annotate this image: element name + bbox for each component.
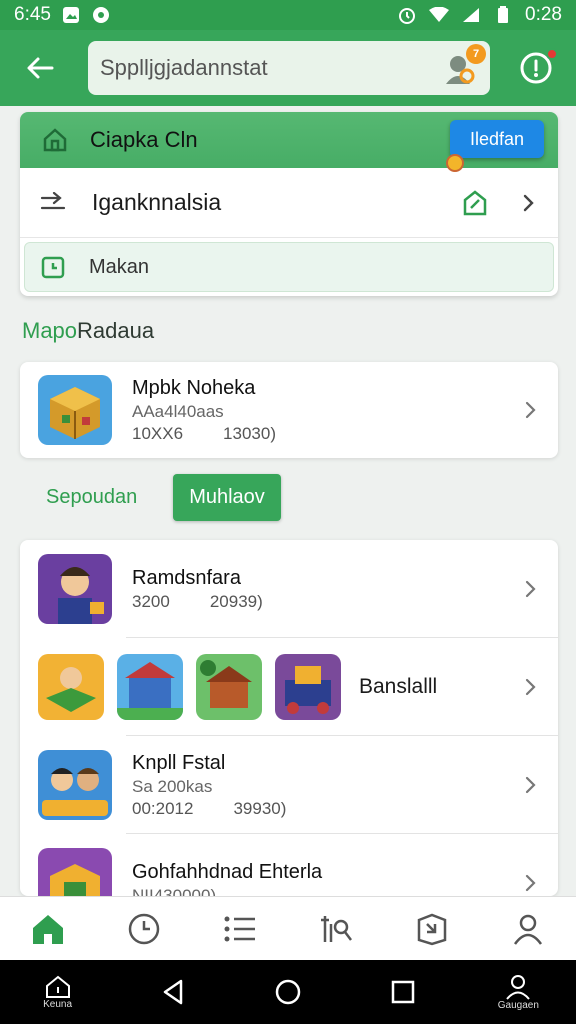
header-action-label: Iledfan [469, 128, 525, 149]
chevron-right-icon [525, 401, 536, 419]
nav-map[interactable] [412, 909, 452, 949]
tab-active[interactable]: Muhlaov [173, 474, 281, 521]
list-item-title: Knpll Fstal [132, 751, 226, 774]
game-thumbnail [38, 654, 104, 720]
home-outline-icon [43, 128, 67, 152]
search-text: Spplljgjadannstat [100, 55, 268, 80]
nav-profile[interactable] [508, 909, 548, 949]
status-bar: 6:45 0:28 [0, 0, 576, 30]
clock-icon [128, 913, 160, 944]
sys-right-label: Gaugaen [497, 999, 539, 1011]
sys-back-button[interactable] [150, 967, 196, 1017]
person-icon [506, 974, 531, 1000]
game-thumbnail [38, 554, 112, 624]
list-item[interactable]: Knpll Fstal Sa 200kas 00:2012 39930) [20, 736, 558, 834]
help-button[interactable] [516, 48, 558, 88]
arrow-left-icon [27, 57, 54, 79]
date-row-label: Makan [89, 255, 150, 278]
circle-icon [275, 979, 301, 1005]
search-input[interactable]: Spplljgjadannstat 7 [88, 41, 490, 95]
nav-tools[interactable] [316, 909, 356, 949]
chevron-right-icon [525, 874, 536, 892]
list-item[interactable]: Banslalll [20, 638, 558, 736]
status-time: 6:45 [14, 4, 51, 25]
home-outline-icon [45, 975, 70, 998]
game-thumbnail [38, 750, 112, 820]
filter-tabs: Sepoudan Muhlaov [30, 474, 281, 521]
signal-icon [461, 5, 481, 25]
top-card: Ciapka Cln Iledfan Iganknnalsia Makan [20, 112, 558, 296]
home-icon [33, 914, 63, 944]
list-item-meta-left: 00:2012 [132, 798, 194, 818]
map-flag-icon [417, 913, 447, 945]
list-item[interactable]: Ramdsnfara 3200 20939) [20, 540, 558, 638]
list-item-title: Ramdsnfara [132, 566, 241, 589]
game-thumbnail [38, 848, 112, 896]
sys-recents-button[interactable] [380, 967, 426, 1017]
game-thumbnail [275, 654, 341, 720]
section-title: MapoRadaua [22, 318, 154, 344]
tag-icon [463, 189, 487, 215]
tab-secondary[interactable]: Sepoudan [30, 478, 153, 517]
game-meta-left: 10XX6 [132, 423, 184, 443]
game-thumbnail [117, 654, 183, 720]
calendar-icon [41, 256, 65, 279]
chevron-right-icon [523, 194, 534, 211]
chevron-right-icon [525, 678, 536, 696]
list-item[interactable]: Gohfahhdnad Ehterla NII430000) [20, 834, 558, 896]
link-row[interactable]: Iganknnalsia [20, 168, 558, 238]
sys-circle-home-button[interactable] [265, 967, 311, 1017]
section-title-accent: Mapo [22, 318, 78, 343]
account-avatar[interactable]: 7 [442, 44, 486, 86]
profile-icon [513, 914, 543, 945]
game-meta-right: 13030) [223, 423, 276, 443]
section-title-rest: Radaua [77, 318, 155, 343]
bottom-navigation [0, 896, 576, 960]
system-navigation: Keuna Gaugaen [0, 960, 576, 1024]
square-icon [391, 980, 415, 1004]
nav-list[interactable] [220, 909, 260, 949]
list-item-title: Gohfahhdnad Ehterla [132, 860, 323, 883]
tools-search-icon [321, 915, 352, 942]
sys-profile-button[interactable]: Gaugaen [495, 967, 541, 1017]
avatar-badge: 7 [466, 44, 486, 64]
nav-history[interactable] [124, 909, 164, 949]
game-list: Ramdsnfara 3200 20939) Banslalll Knpll F… [20, 540, 558, 896]
battery-icon [493, 5, 513, 25]
notification-dot [446, 154, 464, 172]
sys-home-button[interactable]: Keuna [35, 967, 81, 1017]
nav-home[interactable] [28, 909, 68, 949]
gallery-icon [61, 5, 81, 25]
link-row-label: Iganknnalsia [92, 189, 222, 215]
forward-arrow-icon [40, 191, 66, 209]
notification-icon [91, 5, 111, 25]
back-button[interactable] [18, 46, 62, 90]
list-item-subtitle: NII430000) [132, 885, 217, 897]
featured-game-card[interactable]: Mpbk Noheka AAa4l40aas 10XX6 13030) [20, 362, 558, 458]
list-item-meta-right: 39930) [233, 798, 287, 818]
list-item-meta-left: 3200 [132, 591, 170, 611]
game-title: Mpbk Noheka [132, 376, 256, 399]
wifi-icon [429, 5, 450, 25]
chevron-right-icon [525, 776, 536, 794]
header-action-button[interactable]: Iledfan [446, 120, 544, 172]
help-indicator [546, 48, 558, 60]
status-clock: 0:28 [525, 4, 562, 25]
list-item-title: Banslalll [359, 675, 438, 698]
triangle-back-icon [163, 979, 183, 1005]
game-subtitle: AAa4l40aas [132, 401, 224, 421]
chevron-right-icon [525, 580, 536, 598]
game-thumbnail [196, 654, 262, 720]
sys-left-label: Keuna [43, 998, 73, 1010]
date-row[interactable]: Makan [24, 242, 554, 292]
list-item-meta-right: 20939) [209, 591, 263, 611]
list-icon [224, 916, 255, 941]
game-thumbnail-group [38, 654, 341, 720]
alarm-icon [397, 5, 417, 25]
game-thumbnail [38, 375, 112, 445]
top-card-title: Ciapka Cln [90, 127, 198, 152]
list-item-subtitle: Sa 200kas [132, 776, 213, 796]
app-bar: Spplljgjadannstat 7 [0, 30, 576, 106]
